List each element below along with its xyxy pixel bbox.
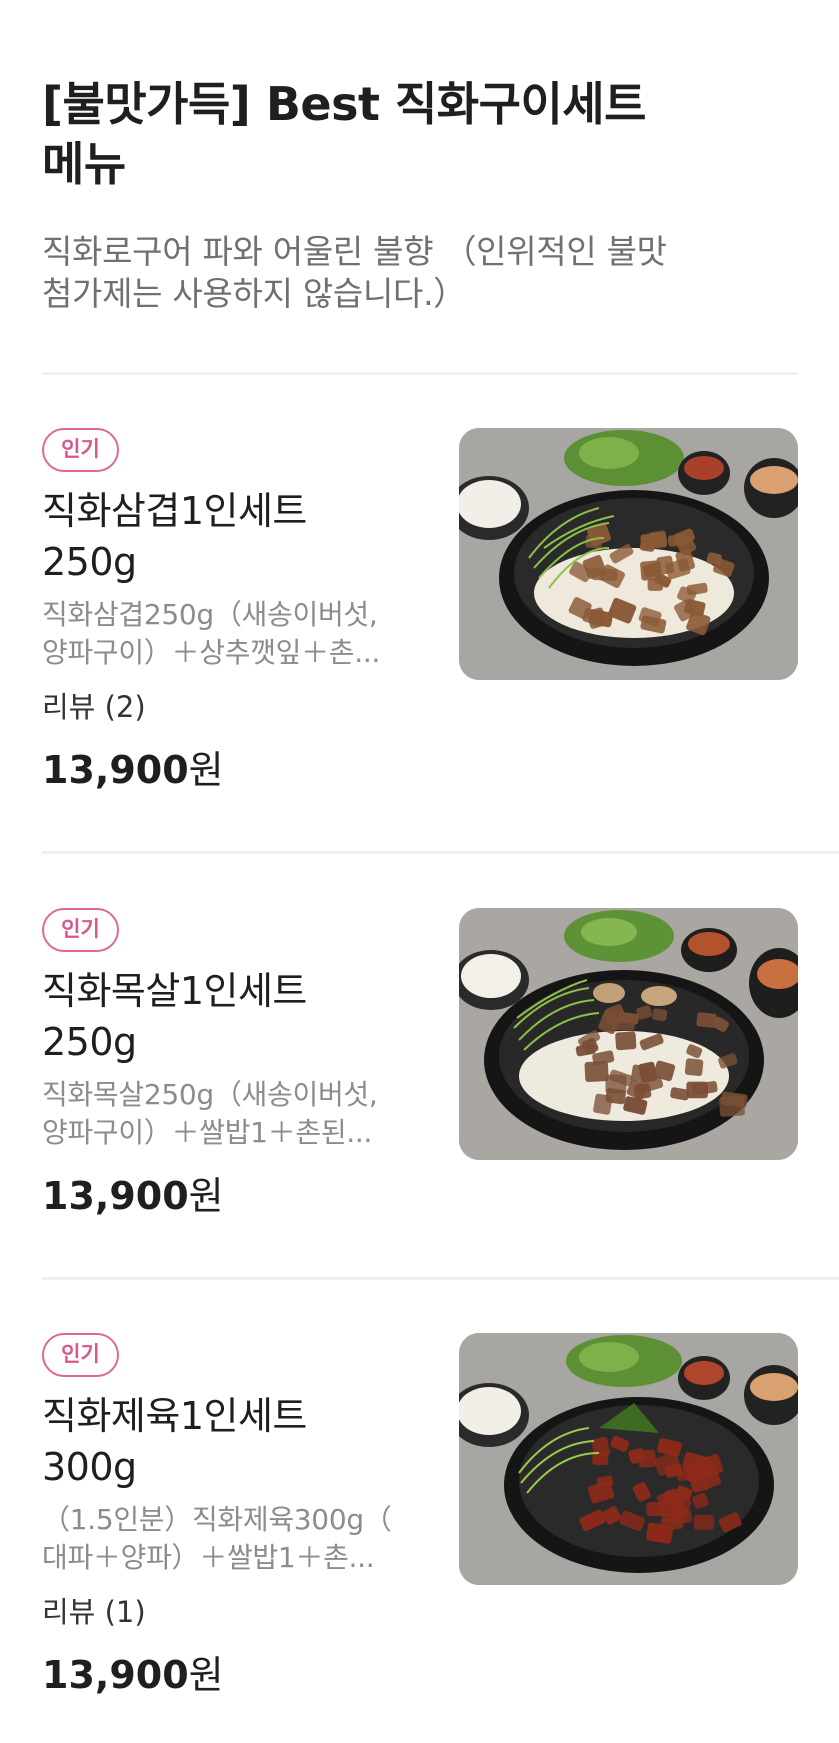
section-description-line2: 첨가제는 사용하지 않습니다.）: [42, 274, 466, 313]
menu-item-description: （1.5인분）직화제육300g（ 대파＋양파）＋쌀밥1＋촌...: [42, 1501, 422, 1577]
food-photo-moksal-icon: [459, 908, 798, 1160]
menu-item-info: 인기 직화목살1인세트 250g 직화목살250g（새송이버섯, 양파구이）＋쌀…: [42, 908, 432, 1220]
menu-item-name: 직화목살1인세트 250g: [42, 966, 432, 1068]
menu-item-description-line2: 양파구이）＋쌀밥1＋촌된...: [42, 1116, 373, 1149]
food-photo[interactable]: [459, 908, 798, 1160]
food-photo-samgyeop-icon: [459, 428, 798, 680]
menu-item-info: 인기 직화제육1인세트 300g （1.5인분）직화제육300g（ 대파＋양파）…: [42, 1333, 432, 1699]
meat-piece: [652, 1008, 668, 1022]
menu-item-price: 13,900원: [42, 1172, 432, 1220]
price-unit: 원: [188, 1174, 224, 1218]
section-title: [불맛가득] Best 직화구이세트 메뉴: [42, 74, 692, 194]
menu-item-name: 직화삼겹1인세트 250g: [42, 486, 432, 588]
section-divider: [42, 372, 798, 375]
popular-badge: 인기: [42, 1333, 119, 1377]
review-count[interactable]: 리뷰 (1): [42, 1593, 432, 1631]
meat-piece: [615, 1031, 637, 1051]
menu-item-price: 13,900원: [42, 1651, 432, 1699]
price-unit: 원: [188, 748, 224, 792]
section-title-line2: 메뉴: [42, 137, 126, 191]
meat-piece: [719, 1095, 745, 1117]
price-amount: 13,900: [42, 1174, 189, 1218]
meat-piece: [640, 560, 662, 581]
menu-item-description-line1: 직화삼겹250g（새송이버섯,: [42, 598, 378, 631]
price-amount: 13,900: [42, 1653, 189, 1697]
meat-piece: [640, 532, 668, 550]
food-photo-jeyuk-icon: [459, 1333, 798, 1585]
meat-piece: [686, 1462, 702, 1482]
meat-piece: [630, 1064, 649, 1083]
item-divider: [42, 1277, 839, 1280]
menu-item-jeyuk[interactable]: 인기 직화제육1인세트 300g （1.5인분）직화제육300g（ 대파＋양파）…: [0, 1333, 839, 1733]
menu-item-name-line1: 직화목살1인세트: [42, 969, 307, 1013]
item-divider: [42, 851, 839, 854]
menu-item-name-line2: 250g: [42, 1020, 137, 1064]
meat-piece: [584, 1061, 609, 1083]
price-unit: 원: [188, 1653, 224, 1697]
section-description: 직화로구어 파와 어울린 불향 （인위적인 불맛 첨가제는 사용하지 않습니다.…: [42, 231, 732, 315]
meat-piece: [684, 1058, 704, 1077]
meat-piece: [596, 1475, 614, 1488]
menu-item-name-line1: 직화제육1인세트: [42, 1394, 307, 1438]
menu-item-description: 직화삼겹250g（새송이버섯, 양파구이）＋상추깻잎＋촌...: [42, 596, 422, 672]
menu-item-description-line2: 양파구이）＋상추깻잎＋촌...: [42, 636, 381, 669]
popular-badge: 인기: [42, 428, 119, 472]
food-photo[interactable]: [459, 428, 798, 680]
review-count[interactable]: 리뷰 (2): [42, 688, 432, 726]
price-amount: 13,900: [42, 748, 189, 792]
menu-item-name-line1: 직화삼겹1인세트: [42, 489, 307, 533]
meat-piece: [668, 1505, 685, 1519]
menu-item-description-line1: （1.5인분）직화제육300g（: [42, 1503, 392, 1536]
section-header: [불맛가득] Best 직화구이세트 메뉴 직화로구어 파와 어울린 불향 （인…: [42, 74, 762, 315]
meat-piece: [696, 1012, 717, 1028]
section-title-line1: [불맛가득] Best 직화구이세트: [42, 77, 646, 131]
menu-item-name-line2: 250g: [42, 540, 137, 584]
section-description-line1: 직화로구어 파와 어울린 불향 （인위적인 불맛: [42, 232, 667, 271]
meat-piece: [693, 1514, 715, 1530]
menu-item-name-line2: 300g: [42, 1445, 137, 1489]
meat-piece: [638, 1449, 656, 1468]
popular-badge: 인기: [42, 908, 119, 952]
menu-item-moksal[interactable]: 인기 직화목살1인세트 250g 직화목살250g（새송이버섯, 양파구이）＋쌀…: [0, 908, 839, 1248]
food-photo[interactable]: [459, 1333, 798, 1585]
menu-item-samgyeop[interactable]: 인기 직화삼겹1인세트 250g 직화삼겹250g（새송이버섯, 양파구이）＋상…: [0, 428, 839, 808]
menu-item-description: 직화목살250g（새송이버섯, 양파구이）＋쌀밥1＋촌된...: [42, 1076, 422, 1152]
menu-item-price: 13,900원: [42, 746, 432, 794]
menu-item-name: 직화제육1인세트 300g: [42, 1391, 432, 1493]
menu-item-info: 인기 직화삼겹1인세트 250g 직화삼겹250g（새송이버섯, 양파구이）＋상…: [42, 428, 432, 794]
meat-piece: [593, 1093, 613, 1115]
menu-item-description-line2: 대파＋양파）＋쌀밥1＋촌...: [42, 1541, 375, 1574]
meat-piece: [686, 1081, 708, 1099]
menu-item-description-line1: 직화목살250g（새송이버섯,: [42, 1078, 378, 1111]
